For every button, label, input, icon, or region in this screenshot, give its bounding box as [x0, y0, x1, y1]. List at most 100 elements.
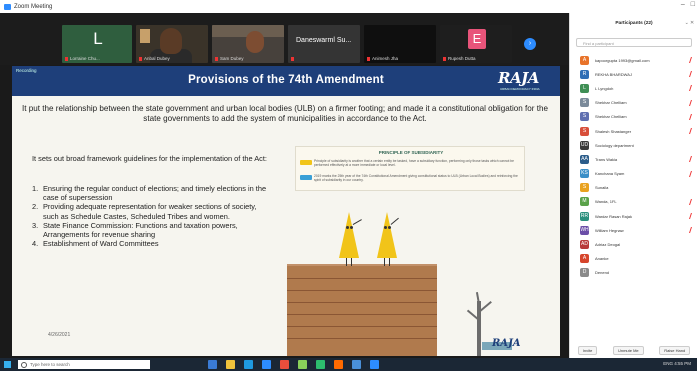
mic-muted-icon[interactable] [689, 113, 695, 120]
raise-hand-button[interactable]: Raise Hand [659, 345, 691, 355]
panel-title: PRINCIPLE OF SUBSIDIARITY [378, 150, 444, 155]
participant-name: Shekhar Chelliam [595, 114, 627, 120]
video-tile[interactable]: Daneswarml Su... [288, 25, 360, 63]
participant-name: Shalesh Shastanger [595, 128, 632, 134]
unmute-me-button[interactable]: Unmute Me [612, 345, 644, 355]
participant-row[interactable]: KS Kanchana Syam [570, 167, 697, 181]
participant-row[interactable]: S Sunaila [570, 181, 697, 195]
brick-line [287, 314, 437, 315]
participant-row[interactable]: UD Sociology department [570, 138, 697, 152]
panel-tag [300, 160, 312, 165]
video-tile[interactable]: Anbal Dubey [136, 25, 208, 63]
taskbar-app-icon[interactable] [352, 360, 361, 369]
video-tile[interactable]: L Lorraine Chu... [62, 25, 132, 63]
mic-icon[interactable] [690, 256, 694, 262]
windows-start-icon[interactable] [4, 361, 11, 368]
list-item: 2. Providing adequate representation for… [32, 202, 272, 220]
minimize-icon[interactable]: – [681, 1, 685, 8]
mic-muted-icon[interactable] [689, 85, 695, 92]
figure-leg [346, 258, 348, 266]
slide-title: Provisions of the 74th Amendment [188, 74, 384, 86]
taskbar-app-icon[interactable] [226, 360, 235, 369]
panel-tag [300, 175, 312, 180]
shared-slide: Recording Provisions of the 74th Amendme… [12, 66, 560, 356]
mic-icon[interactable] [690, 142, 694, 148]
participant-avatar: WH [580, 225, 589, 235]
framework-heading: It sets out broad framework guidelines f… [32, 154, 267, 163]
mic-muted-icon[interactable] [689, 198, 695, 205]
panel-options-icon[interactable]: ⌄ ✕ [685, 13, 694, 35]
participant-row[interactable]: A Ananke [570, 252, 697, 266]
tile-display-name: Daneswarml Su... [296, 37, 352, 44]
invite-button[interactable]: Invite [577, 345, 598, 355]
video-tile[interactable]: Sam Dubey [212, 25, 284, 63]
participant-name: Kanchana Syam [595, 171, 625, 177]
participant-row[interactable]: M Wanda, 1FL [570, 195, 697, 209]
participant-row[interactable]: L L Lyngdoh [570, 81, 697, 95]
slide-header: Recording Provisions of the 74th Amendme… [12, 66, 560, 96]
taskbar-search-input[interactable]: Type here to search [18, 360, 150, 369]
participant-name: Ananke [595, 256, 609, 262]
figure-body [339, 212, 359, 258]
mic-icon[interactable] [690, 185, 694, 191]
video-tile[interactable]: Animesh Jha [364, 25, 436, 63]
participants-panel: Participants (22) ⌄ ✕ Find a participant… [569, 13, 697, 358]
mic-muted-icon[interactable] [689, 71, 695, 78]
mic-icon[interactable] [690, 241, 694, 247]
participant-row[interactable]: RR Wardar Rasan Rajak [570, 209, 697, 223]
mic-muted-icon[interactable] [689, 127, 695, 134]
item-text: Ensuring the regular conduct of election… [43, 184, 267, 203]
taskbar-app-icon[interactable] [244, 360, 253, 369]
figure-eye [384, 226, 387, 229]
taskbar-app-icon[interactable] [208, 360, 217, 369]
taskbar-app-icon[interactable] [370, 360, 379, 369]
taskbar-app-icon[interactable] [262, 360, 271, 369]
participant-row[interactable]: AD Adriaz Deogal [570, 237, 697, 251]
windows-taskbar: Type here to search ENG 4:55 PM [0, 358, 697, 371]
participant-avatar: S [580, 112, 589, 122]
item-number: 2. [32, 202, 39, 212]
participant-row[interactable]: WH William Hegnaw [570, 223, 697, 237]
participant-search-input[interactable]: Find a participant [576, 38, 692, 47]
mic-muted-icon[interactable] [689, 156, 695, 163]
brick-line [287, 338, 437, 339]
brick-line [287, 326, 437, 327]
mic-muted-icon[interactable] [689, 99, 695, 106]
participant-row[interactable]: S Shekhar Chelliam [570, 96, 697, 110]
figure-eye [350, 226, 353, 229]
logo-wordmark: RAJA [498, 69, 539, 87]
next-page-icon[interactable]: › [524, 38, 536, 50]
mic-muted-icon[interactable] [689, 170, 695, 177]
participant-row[interactable]: AA Trans Wakia [570, 152, 697, 166]
participant-name: Wanda, 1FL [595, 199, 617, 205]
participant-row[interactable]: S Shekhar Chelliam [570, 110, 697, 124]
panel-text: 2019 marks the 25th year of the 74th Con… [314, 174, 518, 182]
maximize-icon[interactable]: □ [691, 1, 695, 8]
participant-row[interactable]: R REKHA BHARDWAJ [570, 67, 697, 81]
list-item: 4. Establishment of Ward Committees [32, 239, 272, 248]
logo-subtitle: URBAN DEMOCRACY INDIA [500, 87, 540, 91]
mic-muted-icon[interactable] [689, 227, 695, 234]
participant-avatar: UD [580, 140, 589, 150]
item-number: 1. [32, 184, 39, 193]
tile-name: Lorraine Chu... [65, 56, 100, 61]
brick-line [287, 290, 437, 291]
taskbar-app-icon[interactable] [316, 360, 325, 369]
zoom-app-icon [4, 3, 11, 10]
participant-row[interactable]: S Shalesh Shastanger [570, 124, 697, 138]
mic-muted-icon[interactable] [689, 57, 695, 63]
brick-line [287, 278, 437, 279]
participant-row[interactable]: Akapoorgupta 1993@gmail.com [570, 53, 697, 67]
mic-icon[interactable] [690, 270, 694, 276]
participant-name: Denend [595, 270, 610, 276]
taskbar-app-icon[interactable] [280, 360, 289, 369]
video-tile[interactable]: E Rupesh Dutta [440, 25, 512, 63]
mic-muted-icon[interactable] [689, 213, 695, 220]
figure-eye [388, 226, 391, 229]
participant-name: William Hegnaw [595, 227, 624, 233]
participant-avatar: D [580, 268, 589, 278]
taskbar-app-icon[interactable] [298, 360, 307, 369]
taskbar-app-icon[interactable] [334, 360, 343, 369]
participant-row[interactable]: D Denend [570, 266, 697, 280]
participant-avatar: S [580, 98, 589, 108]
